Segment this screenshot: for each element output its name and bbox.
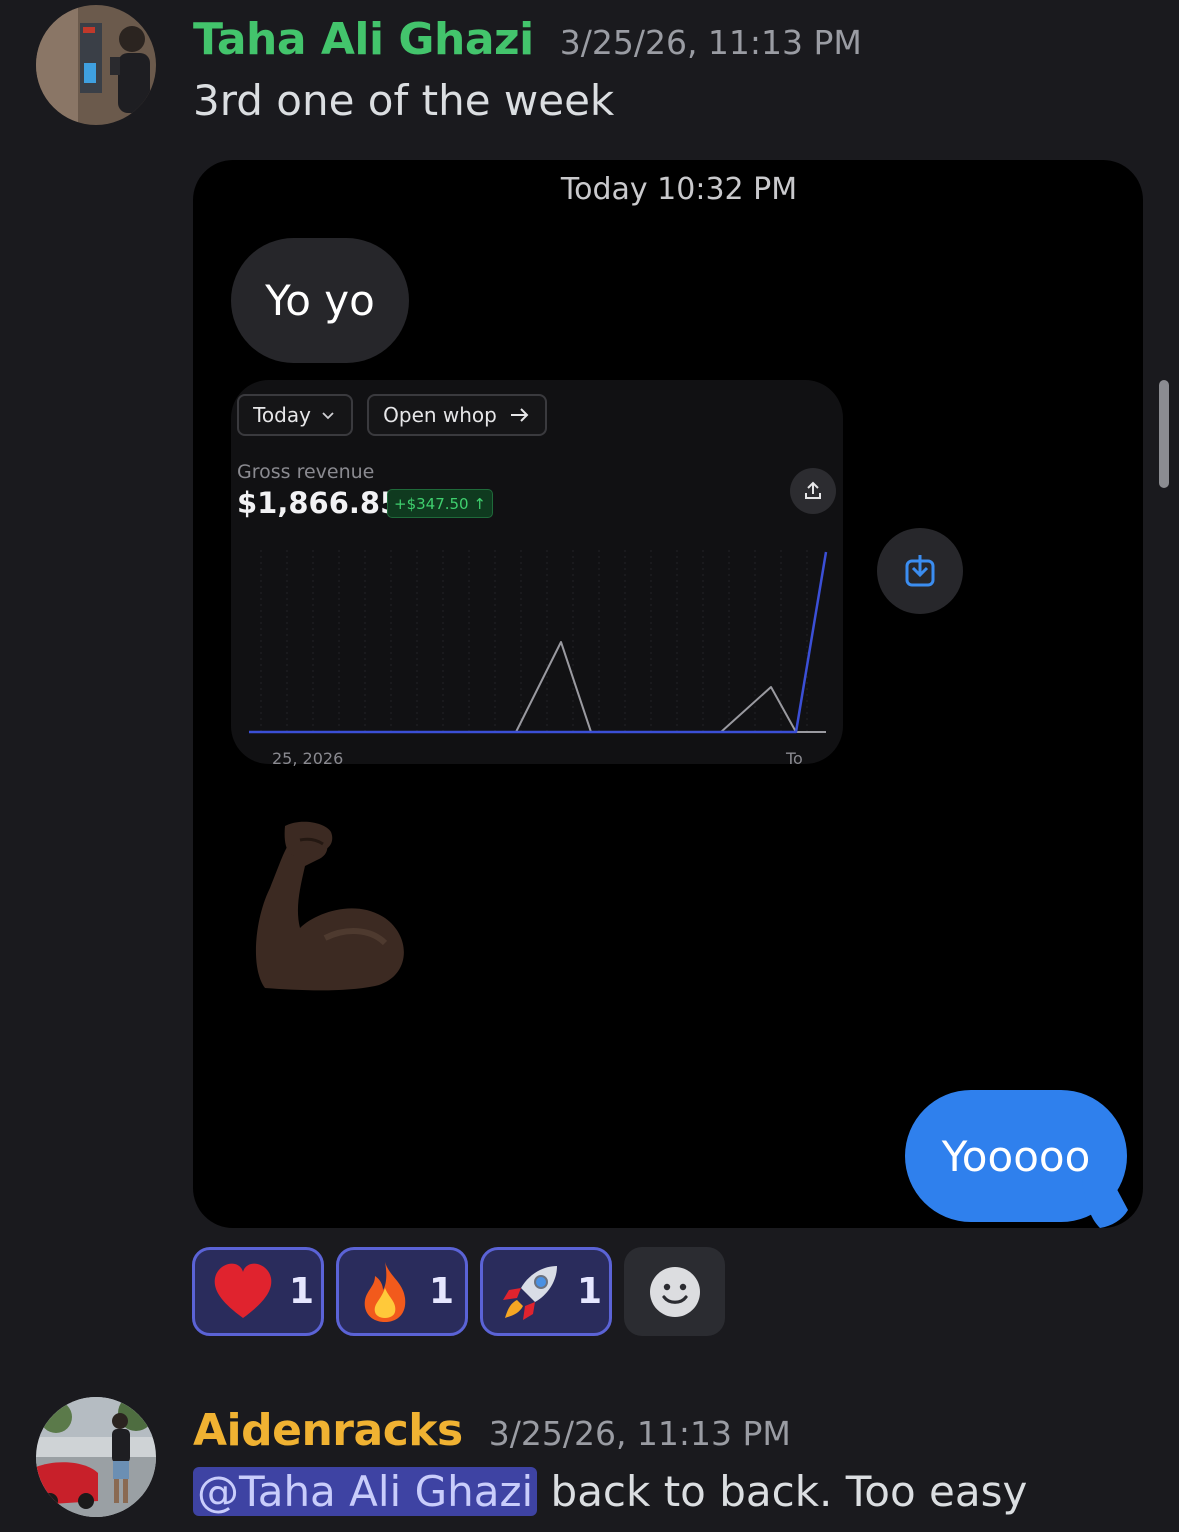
scrollbar-thumb[interactable] xyxy=(1159,380,1169,488)
message-header: Aidenracks 3/25/26, 11:13 PM xyxy=(193,1405,791,1456)
message-timestamp: 3/25/26, 11:13 PM xyxy=(559,23,862,62)
reaction-heart[interactable]: 1 xyxy=(192,1247,324,1336)
received-bubble: Yo yo xyxy=(231,238,409,363)
reaction-rocket[interactable]: 1 xyxy=(480,1247,612,1336)
message-timestamp: 3/25/26, 11:13 PM xyxy=(488,1414,791,1453)
reaction-count: 1 xyxy=(289,1271,315,1312)
chevron-down-icon xyxy=(322,412,334,420)
download-icon xyxy=(905,555,935,587)
save-image-button xyxy=(877,528,963,614)
reaction-count: 1 xyxy=(577,1271,603,1312)
avatar-aidenracks[interactable] xyxy=(36,1397,156,1517)
attachment-timestamp: Today 10:32 PM xyxy=(560,172,798,207)
arrow-right-icon xyxy=(510,408,529,422)
message-text: 3rd one of the week xyxy=(193,76,615,125)
message-header: Taha Ali Ghazi 3/25/26, 11:13 PM xyxy=(193,14,862,65)
message-body: back to back. Too easy xyxy=(537,1467,1028,1516)
period-dropdown: Today xyxy=(237,394,353,436)
smiley-icon xyxy=(649,1266,700,1317)
axis-label-left: 25, 2026 xyxy=(272,749,344,768)
rocket-icon xyxy=(503,1265,557,1320)
flexed-biceps-emoji xyxy=(255,821,404,991)
heart-icon xyxy=(214,1263,272,1318)
period-label: Today xyxy=(253,403,311,427)
series-secondary xyxy=(249,641,826,733)
open-whop-button: Open whop xyxy=(367,394,547,436)
revenue-delta-badge: +$347.50 ↑ xyxy=(387,489,493,518)
add-reaction-button[interactable] xyxy=(624,1247,725,1336)
reaction-fire[interactable]: 1 xyxy=(336,1247,468,1336)
gross-revenue-value: $1,866.85 xyxy=(237,486,401,520)
share-icon xyxy=(805,481,821,499)
user-mention[interactable]: @Taha Ali Ghazi xyxy=(193,1467,538,1516)
reaction-count: 1 xyxy=(429,1271,455,1312)
author-name[interactable]: Aidenracks xyxy=(193,1405,463,1456)
fire-icon xyxy=(364,1261,406,1322)
gross-revenue-label: Gross revenue xyxy=(237,461,375,483)
message-text: @Taha Ali Ghazi back to back. Too easy xyxy=(193,1467,1027,1516)
share-button xyxy=(790,468,836,514)
avatar-taha[interactable] xyxy=(36,5,156,125)
axis-label-right: To xyxy=(786,749,803,768)
series-primary xyxy=(249,551,828,734)
author-name[interactable]: Taha Ali Ghazi xyxy=(193,14,534,65)
open-whop-label: Open whop xyxy=(383,403,497,427)
revenue-chart xyxy=(249,550,828,734)
bubble-tail xyxy=(1082,1180,1128,1228)
